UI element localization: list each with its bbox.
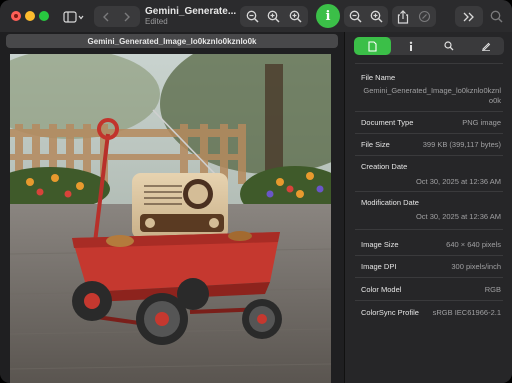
divider xyxy=(355,255,503,256)
markup-button[interactable] xyxy=(415,6,433,27)
actual-size-button[interactable] xyxy=(264,6,282,27)
creation-date-value: Oct 30, 2025 at 12:36 AM xyxy=(415,177,501,186)
search-button[interactable] xyxy=(486,6,506,27)
tab-general-info[interactable] xyxy=(354,37,391,55)
divider xyxy=(355,300,503,301)
divider xyxy=(355,63,503,64)
image-dpi-label: Image DPI xyxy=(361,262,397,271)
info-icon: i xyxy=(325,8,331,24)
zoom-out-button[interactable] xyxy=(243,6,261,27)
file-size-label: File Size xyxy=(361,140,390,149)
zoom-in-icon xyxy=(267,10,280,23)
file-name-label: File Name xyxy=(361,73,396,82)
preview-window: Gemini_Generate... Edited i Gemini_Gener… xyxy=(0,0,512,383)
photo-radio-wagon[interactable] xyxy=(10,54,331,383)
colorsync-profile-value: sRGB IEC61966-2.1 xyxy=(432,308,501,317)
zoom-out-icon xyxy=(349,10,362,23)
image-filename-bar: Gemini_Generated_Image_lo0kznlo0kznlo0k xyxy=(6,34,338,48)
info-button[interactable]: i xyxy=(316,4,340,28)
creation-date-label: Creation Date xyxy=(361,162,408,171)
document-type-value: PNG image xyxy=(462,118,501,127)
share-icon xyxy=(397,9,409,24)
more-icon xyxy=(463,12,474,21)
zoom-in-icon xyxy=(370,10,383,23)
zoom-window-button[interactable] xyxy=(39,11,49,21)
tab-more-info[interactable] xyxy=(392,37,429,55)
inspector-panel: File Name Gemini_Generated_Image_lo0kznl… xyxy=(344,32,512,383)
zoom-out-icon xyxy=(246,10,259,23)
divider xyxy=(355,133,503,134)
modification-date-label: Modification Date xyxy=(361,198,419,207)
divider xyxy=(355,191,503,192)
color-model-label: Color Model xyxy=(361,285,402,294)
toolbar: Gemini_Generate... Edited i xyxy=(0,0,512,32)
divider xyxy=(355,229,503,230)
zoom-in-button[interactable] xyxy=(286,6,304,27)
back-icon xyxy=(103,12,109,21)
sidebar-toggle-button[interactable] xyxy=(60,6,88,27)
image-dpi-value: 300 pixels/inch xyxy=(451,262,501,271)
file-name-value: Gemini_Generated_Image_lo0kznlo0kznlo0k xyxy=(363,86,501,105)
color-model-value: RGB xyxy=(484,285,501,294)
modification-date-value: Oct 30, 2025 at 12:36 AM xyxy=(415,212,501,221)
forward-icon xyxy=(124,12,130,21)
forward-button[interactable] xyxy=(117,6,137,27)
document-icon xyxy=(368,40,377,52)
info-icon xyxy=(409,41,412,51)
divider xyxy=(355,277,503,278)
zoom-out-button-2[interactable] xyxy=(346,6,364,27)
document-status: Edited xyxy=(145,17,168,26)
pencil-icon xyxy=(481,42,490,51)
document-type-label: Document Type xyxy=(361,118,414,127)
file-size-value: 399 KB (399,117 bytes) xyxy=(422,140,501,149)
magnifier-icon xyxy=(443,41,453,51)
close-window-button[interactable] xyxy=(11,11,21,21)
image-size-label: Image Size xyxy=(361,240,399,249)
back-button[interactable] xyxy=(96,6,116,27)
share-button[interactable] xyxy=(394,6,412,27)
tab-image-details[interactable] xyxy=(430,37,467,55)
document-title[interactable]: Gemini_Generate... xyxy=(145,6,236,17)
minimize-window-button[interactable] xyxy=(25,11,35,21)
image-size-value: 640 × 640 pixels xyxy=(446,240,501,249)
divider xyxy=(355,155,503,156)
inspector-tabs xyxy=(354,37,504,55)
divider xyxy=(355,111,503,112)
more-tools-button[interactable] xyxy=(457,6,481,27)
zoom-in-icon xyxy=(289,10,302,23)
search-icon xyxy=(490,10,503,23)
zoom-in-button-2[interactable] xyxy=(367,6,385,27)
markup-icon xyxy=(418,10,430,23)
colorsync-profile-label: ColorSync Profile xyxy=(361,308,419,317)
tab-annotations[interactable] xyxy=(467,37,504,55)
sidebar-icon xyxy=(63,10,84,23)
image-viewer: Gemini_Generated_Image_lo0kznlo0kznlo0k xyxy=(0,32,344,383)
